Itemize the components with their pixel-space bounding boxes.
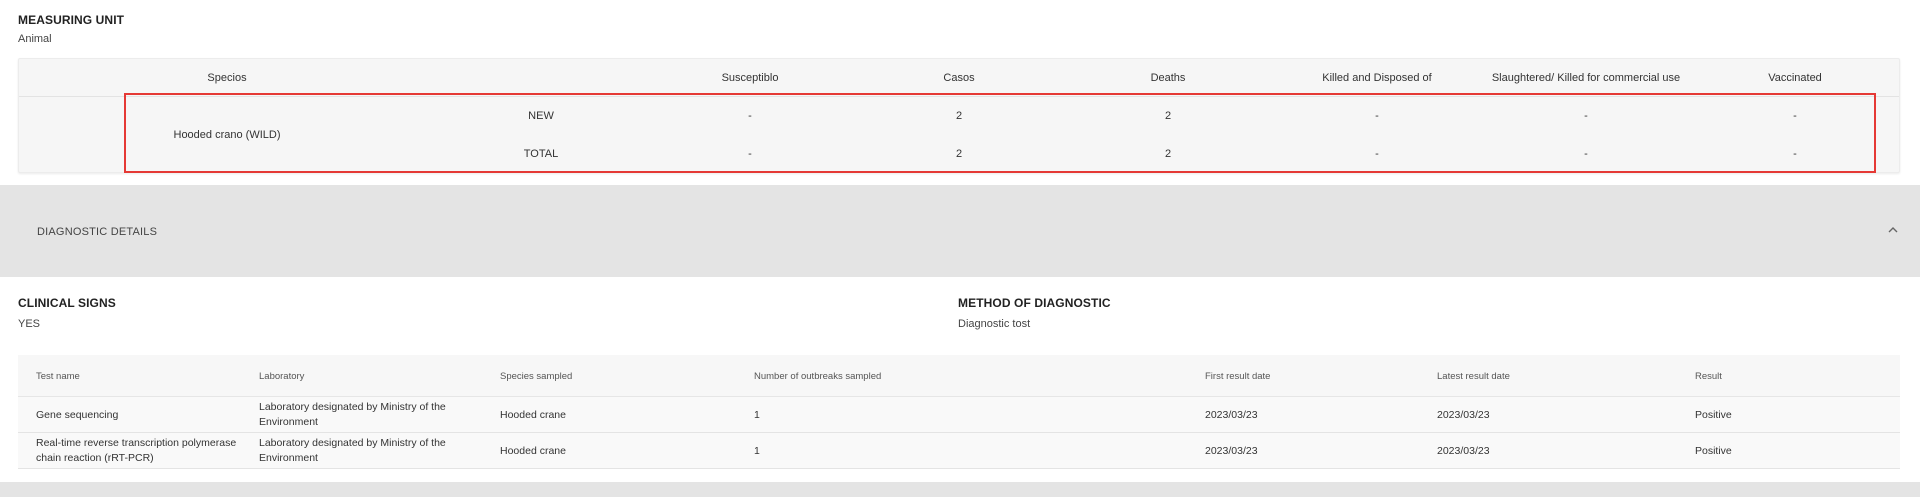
new-killed: - bbox=[1375, 110, 1379, 122]
new-deaths: 2 bbox=[1164, 110, 1172, 122]
new-slaughtered: - bbox=[1584, 110, 1588, 122]
col-slaughtered: Slaughtered/ Killed for commercial use bbox=[1491, 72, 1681, 84]
cell-first-date: 2023/03/23 bbox=[1205, 445, 1258, 457]
cell-latest-date: 2023/03/23 bbox=[1437, 409, 1490, 421]
species-table-body: Hooded crano (WILD) NEW - 2 2 - - - TOTA… bbox=[19, 97, 1899, 174]
th-laboratory: Laboratory bbox=[259, 371, 305, 382]
cell-test-name: Gene sequencing bbox=[36, 409, 119, 421]
table-row: Real-time reverse transcription polymera… bbox=[18, 433, 1900, 469]
col-species: Specios bbox=[207, 72, 247, 84]
method-value: Diagnostic tost bbox=[958, 318, 1031, 330]
diagnostic-details-title: DIAGNOSTIC DETAILS bbox=[37, 226, 158, 238]
chevron-up-icon[interactable] bbox=[1886, 223, 1900, 237]
method-title: METHOD OF DIAGNOSTIC bbox=[958, 296, 1111, 310]
cell-species: Hooded crane bbox=[500, 445, 566, 457]
measuring-unit-title: MEASURING UNIT bbox=[18, 13, 125, 27]
next-section-band bbox=[0, 482, 1920, 497]
species-table: Specios Susceptiblo Casos Deaths Killed … bbox=[18, 58, 1900, 173]
cell-laboratory-line1: Laboratory designated by Ministry of the bbox=[259, 437, 446, 449]
cell-laboratory-line2: Environment bbox=[259, 452, 318, 464]
cell-first-date: 2023/03/23 bbox=[1205, 409, 1258, 421]
col-cases: Casos bbox=[943, 72, 975, 84]
diagnostic-details-panel[interactable]: DIAGNOSTIC DETAILS bbox=[0, 185, 1920, 277]
cell-laboratory-line1: Laboratory designated by Ministry of the bbox=[259, 401, 446, 413]
total-cases: 2 bbox=[955, 148, 963, 160]
table-row: Gene sequencing Laboratory designated by… bbox=[18, 397, 1900, 433]
measuring-unit-value: Animal bbox=[18, 33, 52, 45]
th-test-name: Test name bbox=[36, 371, 80, 382]
cell-test-name-line2: chain reaction (rRT-PCR) bbox=[36, 452, 154, 464]
col-susceptible: Susceptiblo bbox=[721, 72, 779, 84]
species-table-header: Specios Susceptiblo Casos Deaths Killed … bbox=[19, 59, 1899, 97]
diagnostic-test-table: Test name Laboratory Species sampled Num… bbox=[18, 355, 1900, 470]
total-killed: - bbox=[1375, 148, 1379, 160]
cell-outbreaks: 1 bbox=[754, 409, 760, 421]
col-vaccinated: Vaccinated bbox=[1768, 72, 1822, 84]
cell-species: Hooded crane bbox=[500, 409, 566, 421]
total-susceptible: - bbox=[748, 148, 752, 160]
clinical-signs-title: CLINICAL SIGNS bbox=[18, 296, 116, 310]
test-table-header: Test name Laboratory Species sampled Num… bbox=[18, 355, 1900, 397]
species-name: Hooded crano (WILD) bbox=[173, 129, 281, 141]
th-species-sampled: Species sampled bbox=[500, 371, 573, 382]
cell-result: Positive bbox=[1695, 409, 1732, 421]
row-label-new: NEW bbox=[528, 110, 554, 122]
th-result: Result bbox=[1695, 371, 1722, 382]
total-vaccinated: - bbox=[1793, 148, 1797, 160]
cell-result: Positive bbox=[1695, 445, 1732, 457]
new-vaccinated: - bbox=[1793, 110, 1797, 122]
th-first-result-date: First result date bbox=[1205, 371, 1271, 382]
col-deaths: Deaths bbox=[1150, 72, 1186, 84]
clinical-signs-value: YES bbox=[18, 318, 41, 330]
cell-test-name-line1: Real-time reverse transcription polymera… bbox=[36, 437, 237, 449]
total-slaughtered: - bbox=[1584, 148, 1588, 160]
cell-laboratory-line2: Environment bbox=[259, 416, 318, 428]
cell-outbreaks: 1 bbox=[754, 445, 760, 457]
total-deaths: 2 bbox=[1164, 148, 1172, 160]
th-latest-result-date: Latest result date bbox=[1437, 371, 1510, 382]
new-susceptible: - bbox=[748, 110, 752, 122]
col-killed: Killed and Disposed of bbox=[1322, 72, 1432, 84]
cell-latest-date: 2023/03/23 bbox=[1437, 445, 1490, 457]
new-cases: 2 bbox=[955, 110, 963, 122]
th-outbreaks-sampled: Number of outbreaks sampled bbox=[754, 371, 882, 382]
row-label-total: TOTAL bbox=[523, 148, 559, 160]
